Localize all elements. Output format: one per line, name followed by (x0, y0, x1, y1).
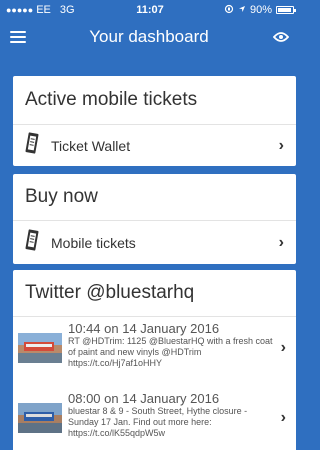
active-tickets-title: Active mobile tickets (25, 89, 198, 110)
tweet-date: 10:44 on 14 January 2016 (68, 321, 220, 336)
battery-percent: 90% (249, 4, 272, 16)
eye-icon[interactable] (272, 28, 290, 46)
buy-now-card: Buy now Mobile tickets › (13, 174, 296, 264)
ticket-icon (25, 132, 39, 159)
nav-bar: Your dashboard (0, 20, 300, 54)
battery-icon (276, 6, 296, 14)
location-icon (238, 4, 246, 16)
active-tickets-card: Active mobile tickets Ticket Wallet › (13, 76, 296, 166)
ticket-wallet-label: Ticket Wallet (51, 137, 131, 154)
status-right: 90% (204, 4, 296, 17)
ticket-icon (25, 229, 39, 256)
tweet-body: 10:44 on 14 January 2016 RT @HDTrim: 112… (68, 321, 275, 369)
tweet-item[interactable]: 08:00 on 14 January 2016 bluestar 8 & 9 … (13, 383, 296, 449)
ticket-wallet-row[interactable]: Ticket Wallet › (13, 125, 296, 166)
status-left: ●●●●● EE 3G (6, 4, 96, 16)
page-title: Your dashboard (89, 27, 209, 46)
tweet-text: bluestar 8 & 9 - South Street, Hythe clo… (68, 406, 248, 438)
tweet-thumbnail (18, 333, 62, 363)
mobile-tickets-label: Mobile tickets (51, 234, 136, 251)
carrier-name: EE (36, 4, 51, 16)
twitter-title: Twitter @bluestarhq (25, 282, 195, 303)
buy-now-title: Buy now (25, 186, 98, 207)
twitter-card: Twitter @bluestarhq 10:44 on 14 January … (13, 270, 296, 450)
signal-strength-icon: ●●●●● (6, 5, 34, 15)
tweet-body: 08:00 on 14 January 2016 bluestar 8 & 9 … (68, 391, 275, 439)
rotation-lock-icon (224, 4, 234, 17)
tweet-thumbnail (18, 403, 62, 433)
chevron-right-icon: › (280, 339, 286, 356)
network-type: 3G (59, 4, 75, 16)
chevron-right-icon: › (278, 233, 284, 251)
mobile-tickets-row[interactable]: Mobile tickets › (13, 221, 296, 264)
menu-icon[interactable] (10, 31, 26, 43)
status-time: 11:07 (136, 4, 164, 16)
status-bar: ●●●●● EE 3G 11:07 90% (0, 0, 300, 20)
chevron-right-icon: › (278, 136, 284, 154)
chevron-right-icon: › (280, 409, 286, 426)
tweet-item[interactable]: 10:44 on 14 January 2016 RT @HDTrim: 112… (13, 317, 296, 383)
tweet-text: RT @HDTrim: 1125 @BluestarHQ with a fres… (68, 336, 273, 368)
tweet-date: 08:00 on 14 January 2016 (68, 391, 220, 406)
